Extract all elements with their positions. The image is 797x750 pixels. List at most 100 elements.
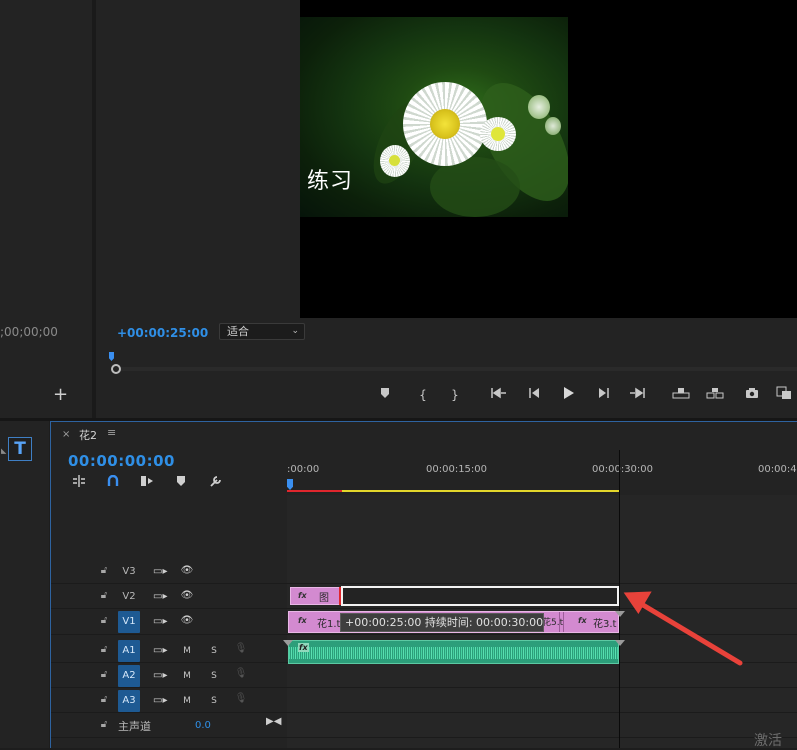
add-marker-button[interactable] [173,475,189,491]
source-timecode: ;00;00;00 [0,325,58,339]
track-target-v3[interactable]: V3 [118,561,140,583]
track-target-a1[interactable]: A1 [118,640,140,662]
lock-icon[interactable]: 🔓︎ [98,615,110,626]
fx-badge: fx [298,643,309,652]
solo-button[interactable]: S [208,671,220,681]
extract-button[interactable] [706,386,724,404]
go-to-in-button[interactable] [490,386,508,404]
go-to-end-icon[interactable]: ▶◀ [266,716,281,727]
extract-icon [706,388,724,399]
microphone-icon[interactable]: 🎙︎ [234,643,248,654]
lock-icon[interactable]: 🔓︎ [98,565,110,576]
ruler-label: 00:00:30:00 [592,464,654,475]
fx-badge: fx [578,616,587,625]
step-back-button[interactable] [525,386,543,404]
go-to-out-button[interactable] [628,386,646,404]
magnet-icon [107,474,119,486]
compare-icon [776,386,791,399]
fx-badge: fx [298,616,307,625]
eye-icon[interactable]: 👁︎ [180,565,194,576]
video-frame-image: 练习 [300,17,568,217]
clip-segment [560,612,564,632]
snap-button[interactable] [105,474,121,491]
lift-button[interactable] [672,386,690,404]
panel-menu-icon[interactable]: ≡ [107,426,116,439]
clip-name: 图 [319,593,329,604]
solo-button[interactable]: S [208,646,220,656]
track-target-v1[interactable]: V1 [118,611,140,633]
flower-bud [545,117,561,135]
wrench-icon [209,476,221,487]
ruler-label: :00:00 [287,464,320,475]
microphone-icon[interactable]: 🎙︎ [234,693,248,704]
scrubber-handle[interactable] [111,364,121,374]
step-forward-icon [599,388,609,398]
flower-center [430,109,460,139]
zoom-fit-select[interactable]: 适合 ⌄ [219,323,305,340]
go-to-in-icon [491,387,506,399]
mark-in-button[interactable]: { [414,386,432,404]
lock-icon[interactable]: 🔓︎ [98,590,110,601]
lock-icon[interactable]: 🔓︎ [98,694,110,705]
flower-center [389,155,400,166]
mute-button[interactable]: M [181,671,193,681]
tools-panel [0,421,49,748]
lock-icon[interactable]: 🔓︎ [98,719,110,730]
play-icon [564,387,574,399]
master-track-label: 主声道 [118,720,151,733]
compare-view-button[interactable] [776,386,794,404]
eye-icon[interactable]: 👁︎ [180,590,194,601]
export-frame-button[interactable] [743,386,761,404]
track-target-v2[interactable]: V2 [118,586,140,608]
sync-lock-icon[interactable]: ▭▸ [153,566,167,577]
eye-icon[interactable]: 👁︎ [180,615,194,626]
mark-out-button[interactable]: } [446,386,464,404]
camera-icon [746,388,758,398]
clip-drag-outline[interactable] [341,586,619,606]
sync-lock-icon[interactable]: ▭▸ [153,670,167,681]
mute-button[interactable]: M [181,646,193,656]
v2-clip[interactable]: fx 图 [290,587,340,605]
linked-selection-button[interactable] [139,475,155,491]
track-target-a2[interactable]: A2 [118,665,140,687]
add-button[interactable]: + [53,386,68,404]
playhead-timecode[interactable]: +00:00:25:00 [117,326,208,340]
sync-lock-icon[interactable]: ▭▸ [153,616,167,627]
drag-tooltip: +00:00:25:00 持续时间: 00:00:30:00 [340,613,544,632]
audio-waveform [289,647,618,659]
lock-icon[interactable]: 🔓︎ [98,669,110,680]
sequence-tab[interactable]: 花2 [79,427,97,443]
ruler-label: 00:00:45 [758,464,797,475]
monitor-scrubber[interactable] [108,362,797,376]
render-bar-yellow [342,490,620,492]
track-target-a3[interactable]: A3 [118,690,140,712]
sync-lock-icon[interactable]: ▭▸ [153,695,167,706]
go-to-out-icon [630,387,645,399]
title-overlay-text: 练习 [307,169,354,194]
mute-button[interactable]: M [181,696,193,706]
activation-watermark: 激活 [754,733,782,749]
sync-lock-icon[interactable]: ▭▸ [153,645,167,656]
clip-start-marker [283,640,293,646]
a1-audio-clip[interactable]: fx [288,640,619,664]
close-icon[interactable]: × [62,429,70,440]
timeline-timecode[interactable]: 00:00:00:00 [68,452,175,470]
step-back-icon [529,388,539,398]
solo-button[interactable]: S [208,696,220,706]
daisy-flower [403,82,487,166]
type-tool-button[interactable]: T [8,437,32,461]
daisy-flower [380,145,410,177]
microphone-icon[interactable]: 🎙︎ [234,668,248,679]
sync-lock-icon[interactable]: ▭▸ [153,591,167,602]
nest-toggle-button[interactable] [71,475,87,491]
render-bar-red [287,490,342,492]
add-marker-button[interactable] [376,386,394,404]
step-forward-button[interactable] [595,386,613,404]
play-button[interactable] [560,386,578,404]
fx-badge: fx [298,591,307,600]
flower-bud [528,95,550,119]
timeline-settings-button[interactable] [207,475,223,491]
master-volume-value[interactable]: 0.0 [195,720,211,731]
lock-icon[interactable]: 🔓︎ [98,644,110,655]
time-ruler[interactable]: :00:00 00:00:15:00 00:00:30:00 00:00:45 [287,460,797,494]
